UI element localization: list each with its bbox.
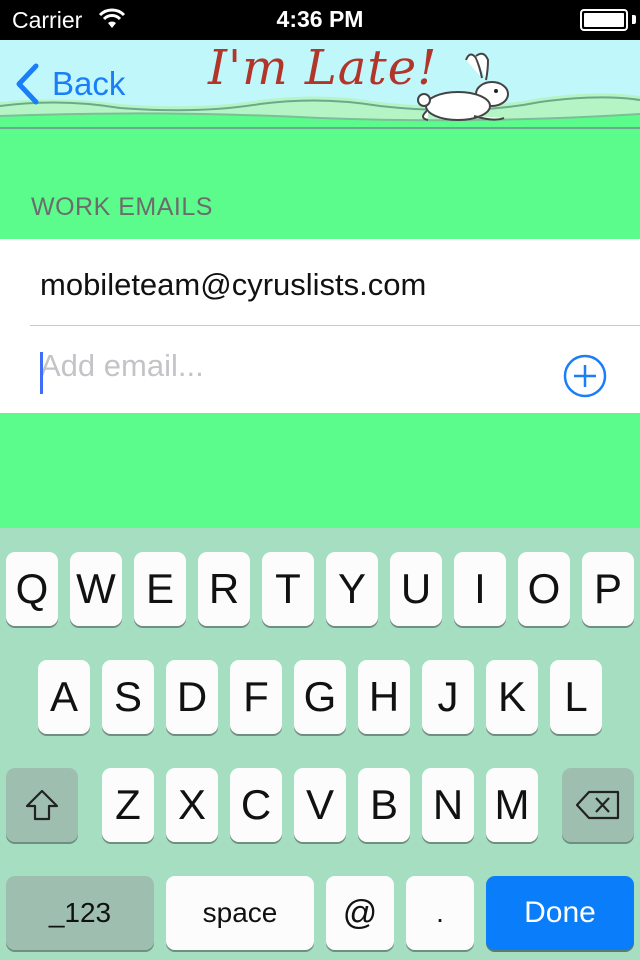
at-key[interactable]: @ [326,876,394,950]
key-h[interactable]: H [358,660,410,734]
key-c[interactable]: C [230,768,282,842]
email-list: mobileteam@cyruslists.com [0,239,640,413]
status-bar: Carrier 4:36 PM [0,0,640,40]
add-email-row [0,326,640,413]
chevron-left-icon [16,63,39,105]
key-o[interactable]: O [518,552,570,626]
shift-icon [25,789,59,821]
clock: 4:36 PM [276,6,364,32]
back-button[interactable]: Back [14,63,125,105]
key-f[interactable]: F [230,660,282,734]
key-x[interactable]: X [166,768,218,842]
add-email-input[interactable] [40,344,540,388]
key-g[interactable]: G [294,660,346,734]
key-z[interactable]: Z [102,768,154,842]
email-address: mobileteam@cyruslists.com [40,267,427,302]
space-key[interactable]: space [166,876,314,950]
rabbit-icon [417,52,509,121]
add-email-button[interactable] [563,354,607,398]
key-d[interactable]: D [166,660,218,734]
key-r[interactable]: R [198,552,250,626]
key-b[interactable]: B [358,768,410,842]
key-w[interactable]: W [70,552,122,626]
key-n[interactable]: N [422,768,474,842]
app-title-logo: I'm Late! [208,40,438,96]
navigation-bar: Back I'm Late! [0,40,640,130]
key-t[interactable]: T [262,552,314,626]
key-v[interactable]: V [294,768,346,842]
back-label: Back [52,65,126,102]
key-s[interactable]: S [102,660,154,734]
dot-key[interactable]: . [406,876,474,950]
battery-icon [580,9,628,31]
section-header: WORK EMAILS [31,193,213,221]
text-caret [40,352,43,394]
backspace-icon [575,790,620,820]
shift-key[interactable] [6,768,78,842]
battery-nub [632,15,636,24]
key-y[interactable]: Y [326,552,378,626]
key-q[interactable]: Q [6,552,58,626]
key-a[interactable]: A [38,660,90,734]
key-l[interactable]: L [550,660,602,734]
key-m[interactable]: M [486,768,538,842]
key-u[interactable]: U [390,552,442,626]
done-key[interactable]: Done [486,876,634,950]
delete-key[interactable] [562,768,634,842]
key-k[interactable]: K [486,660,538,734]
key-e[interactable]: E [134,552,186,626]
keyboard: Q W E R T Y U I O P A S D F G H J K L Z … [0,528,640,960]
key-i[interactable]: I [454,552,506,626]
email-row[interactable]: mobileteam@cyruslists.com [30,239,640,326]
key-j[interactable]: J [422,660,474,734]
key-p[interactable]: P [582,552,634,626]
numbers-key[interactable]: _123 [6,876,154,950]
